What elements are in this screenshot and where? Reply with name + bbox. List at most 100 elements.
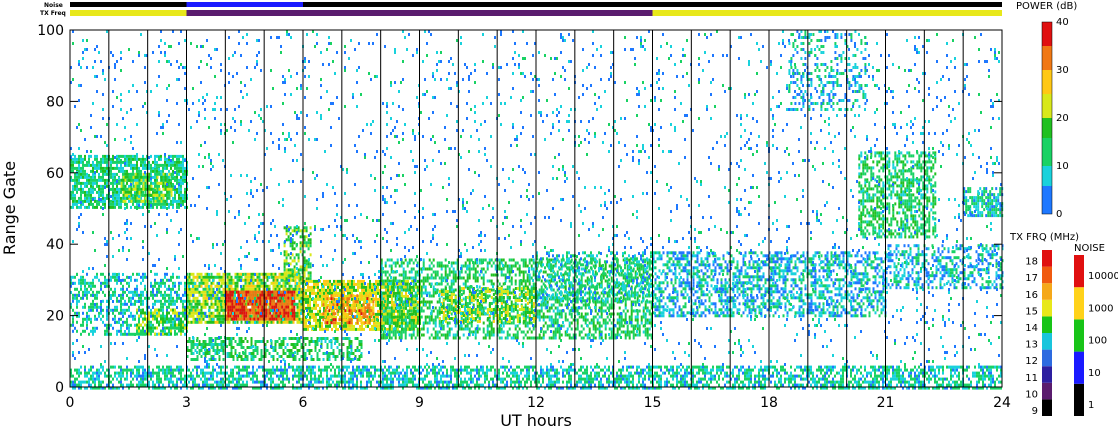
echo-cell <box>289 299 292 303</box>
echo-cell <box>114 181 116 185</box>
echo-cell <box>332 337 335 340</box>
echo-cell <box>84 172 86 176</box>
echo-cell <box>130 278 132 282</box>
echo-cell <box>406 303 409 307</box>
echo-cell <box>76 287 78 291</box>
echo-cell <box>401 312 403 316</box>
echo-cell <box>110 175 112 179</box>
echo-cell <box>122 199 125 203</box>
echo-cell <box>243 314 246 318</box>
echo-cell <box>253 311 256 315</box>
echo-cell <box>114 272 116 276</box>
echo-cell <box>118 166 120 170</box>
echo-cell <box>442 333 445 337</box>
echo-cell <box>192 308 195 312</box>
echo-cell <box>102 184 104 188</box>
echo-cell <box>104 205 106 209</box>
echo-cell <box>82 320 84 324</box>
echo-cell <box>230 275 233 279</box>
echo-cell <box>104 332 106 336</box>
echo-cell <box>313 315 315 319</box>
echo-cell <box>196 284 199 288</box>
echo-cell <box>228 355 231 358</box>
echo-cell <box>184 308 186 312</box>
echo-cell <box>104 154 106 158</box>
echo-cell <box>122 160 124 164</box>
echo-cell <box>170 187 173 191</box>
echo-cell <box>144 317 146 321</box>
echo-cell <box>80 196 82 200</box>
echo-cell <box>352 303 355 307</box>
echo-cell <box>317 291 319 295</box>
echo-cell <box>92 190 94 194</box>
echo-cell <box>106 157 108 161</box>
echo-cell <box>402 267 405 271</box>
echo-cell <box>178 160 180 164</box>
echo-cell <box>176 290 178 294</box>
echo-cell <box>130 323 132 327</box>
echo-cell <box>152 323 154 327</box>
echo-cell <box>417 300 419 304</box>
echo-cell <box>420 288 423 292</box>
echo-cell <box>274 340 277 343</box>
echo-cell <box>466 279 469 283</box>
echo-cell <box>333 324 335 328</box>
echo-cell <box>216 302 219 306</box>
echo-cell <box>289 256 292 260</box>
echo-cell <box>154 317 156 321</box>
echo-cell <box>130 187 133 191</box>
echo-cell <box>274 349 277 352</box>
echo-cell <box>327 282 329 286</box>
echo-cell <box>138 332 140 336</box>
echo-cell <box>259 308 262 312</box>
echo-cell <box>156 154 158 158</box>
echo-cell <box>377 285 379 289</box>
echo-cell <box>174 284 176 288</box>
echo-cell <box>114 172 116 176</box>
echo-cell <box>160 178 163 182</box>
echo-cell <box>218 299 221 303</box>
echo-cell <box>124 175 127 179</box>
echo-cell <box>198 275 201 279</box>
echo-cell <box>88 290 90 294</box>
echo-cell <box>314 349 317 352</box>
echo-cell <box>462 318 465 322</box>
echo-cell <box>317 285 319 289</box>
echo-cell <box>436 336 439 340</box>
echo-cell <box>72 293 74 297</box>
echo-cell <box>280 320 283 324</box>
echo-cell <box>403 309 405 313</box>
echo-cell <box>216 284 219 288</box>
echo-cell <box>190 308 193 312</box>
echo-cell <box>236 287 239 291</box>
echo-cell <box>227 317 230 321</box>
echo-cell <box>164 296 166 300</box>
echo-cell <box>307 324 309 328</box>
echo-cell <box>244 287 247 291</box>
echo-cell <box>348 321 351 325</box>
echo-cell <box>82 275 84 279</box>
echo-cell <box>236 284 239 288</box>
echo-cell <box>334 337 337 340</box>
echo-cell <box>227 305 230 309</box>
echo-cell <box>412 261 415 265</box>
echo-cell <box>420 291 423 295</box>
echo-cell <box>410 267 413 271</box>
echo-cell <box>188 293 191 297</box>
echo-cell <box>231 302 234 306</box>
echo-cell <box>90 190 92 194</box>
echo-cell <box>136 323 138 327</box>
echo-cell <box>206 352 209 355</box>
echo-cell <box>372 306 375 310</box>
echo-cell <box>194 305 197 309</box>
echo-cell <box>94 205 96 209</box>
echo-cell <box>72 308 74 312</box>
echo-cell <box>265 311 268 315</box>
echo-cell <box>174 166 176 170</box>
echo-cell <box>406 309 409 313</box>
echo-cell <box>162 172 165 176</box>
echo-cell <box>264 275 267 279</box>
echo-cell <box>174 329 176 333</box>
echo-cell <box>308 352 311 355</box>
echo-cell <box>230 343 233 346</box>
